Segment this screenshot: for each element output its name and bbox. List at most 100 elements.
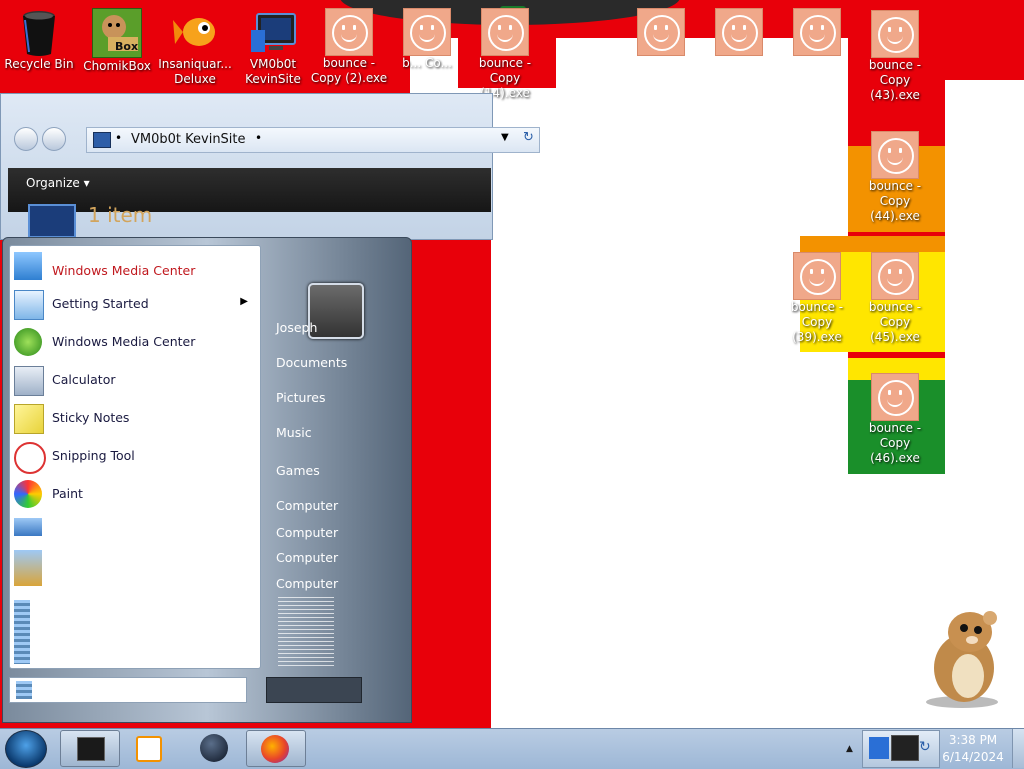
desktop-icon-bounce-46[interactable]: bounce - Copy (46).exe (856, 373, 934, 466)
glitch-block (491, 212, 800, 728)
desktop-icon-insaniquarium[interactable]: Insaniquar... Deluxe (156, 8, 234, 87)
taskbar-clock[interactable]: 3:38 PM 6/14/2024 (940, 732, 1006, 766)
desktop-icon-bounce-43[interactable]: bounce - Copy (43).exe (856, 10, 934, 103)
desktop-icon-bounce-44[interactable]: bounce - Copy (44).exe (856, 131, 934, 224)
menu-item-paint[interactable]: Paint (10, 476, 258, 512)
chevron-right-icon: • (115, 131, 123, 145)
taskbar-button-media-player[interactable] (120, 730, 178, 765)
back-button[interactable] (14, 127, 38, 151)
tray-expand-icon[interactable]: ▲ (846, 744, 853, 754)
place-computer[interactable]: Computer (276, 550, 338, 565)
place-pictures[interactable]: Pictures (276, 390, 326, 405)
taskbar-button-firefox[interactable] (246, 730, 306, 767)
place-computer[interactable]: Computer (276, 498, 338, 513)
firefox-icon (261, 735, 289, 763)
smiley-icon (871, 373, 919, 421)
menu-item-calculator[interactable]: Calculator (10, 362, 258, 398)
goldfish-icon (171, 8, 219, 56)
glitched-app-icon (14, 600, 30, 664)
calculator-icon (14, 366, 44, 396)
start-places-pane: Joseph Documents Pictures Music Games Co… (262, 245, 408, 667)
tray-app-box[interactable]: ↻ (862, 730, 940, 768)
forward-button[interactable] (42, 127, 66, 151)
chevron-right-icon: • (255, 131, 263, 145)
desktop-icon-recycle-bin[interactable]: Recycle Bin (0, 8, 78, 72)
glitch-block (800, 352, 848, 728)
smiley-icon (481, 8, 529, 56)
desktop-icon-chomikbox[interactable]: Box ChomikBox (78, 8, 156, 74)
taskbar-button-dark-app[interactable] (184, 730, 242, 765)
dark-app-icon (200, 734, 228, 762)
monitor-icon (249, 8, 297, 56)
menu-item-sticky-notes[interactable]: Sticky Notes (10, 400, 258, 436)
desktop-icon-bounce-x2[interactable] (700, 8, 778, 56)
place-computer[interactable]: Computer (276, 576, 338, 591)
taskbar-button-explorer[interactable] (60, 730, 120, 767)
menu-item-glitched-1[interactable] (10, 514, 258, 550)
dropdown-arrow-icon[interactable]: ▼ (501, 132, 509, 143)
desktop-icon-bounce-b[interactable]: b... Co... (388, 8, 466, 71)
place-computer[interactable]: Computer (276, 525, 338, 540)
clock-date: 6/14/2024 (942, 750, 1004, 764)
smiley-icon (871, 131, 919, 179)
place-music[interactable]: Music (276, 425, 312, 440)
organize-button[interactable]: Organize ▾ (26, 176, 90, 190)
glitch-block (800, 80, 848, 236)
place-games[interactable]: Games (276, 463, 320, 478)
desktop-icon-bounce-x3[interactable] (778, 8, 856, 56)
show-desktop-button[interactable] (1012, 729, 1024, 768)
item-count: 1 item (88, 203, 153, 227)
monitor-icon (869, 737, 889, 759)
glitched-app-icon (14, 518, 42, 536)
glitch-block (945, 80, 1024, 474)
monitor-icon (28, 204, 76, 238)
address-text: VM0b0t KevinSite (131, 132, 246, 147)
submenu-arrow-icon: ▶ (240, 296, 248, 307)
sync-icon: ↻ (919, 739, 931, 755)
sticky-notes-icon (14, 404, 44, 434)
desktop-icon-bounce-2[interactable]: bounce - Copy (2).exe (310, 8, 388, 86)
menu-item-windows-media-center[interactable]: Windows Media Center (10, 324, 258, 360)
network-device-icon (891, 735, 919, 761)
smiley-icon (637, 8, 685, 56)
chomikbox-icon: Box (92, 8, 142, 58)
explorer-window-icon (77, 737, 105, 761)
explorer-command-bar: Organize ▾ 1 item (8, 168, 491, 238)
menu-item-glitched-3[interactable] (10, 596, 258, 664)
glitch-overlap-text (278, 597, 334, 667)
start-search-box[interactable] (9, 677, 247, 703)
media-player-icon (136, 736, 162, 762)
clock-time: 3:38 PM (948, 733, 998, 747)
start-programs-pane: Windows Media Center Getting Started ▶ W… (9, 245, 261, 669)
smiley-icon (325, 8, 373, 56)
shutdown-button[interactable] (266, 677, 362, 703)
snipping-tool-icon (14, 442, 46, 474)
desktop-icon-bounce-39[interactable]: bounce - Copy (39).exe (778, 252, 856, 345)
smiley-icon (871, 252, 919, 300)
smiley-icon (871, 10, 919, 58)
paint-icon (14, 480, 42, 508)
address-bar[interactable]: • VM0b0t KevinSite • ▼ ↻ (86, 127, 540, 153)
place-user[interactable]: Joseph (276, 320, 317, 335)
getting-started-icon (14, 290, 44, 320)
desktop-icon-bounce-14[interactable]: bounce - Copy (14).exe (466, 8, 544, 101)
explorer-address-row: • VM0b0t KevinSite • ▼ ↻ (8, 125, 540, 153)
smiley-icon (793, 8, 841, 56)
smiley-icon (715, 8, 763, 56)
media-player-icon (14, 252, 42, 280)
refresh-icon[interactable]: ↻ (523, 130, 534, 145)
glitched-app-icon (16, 681, 32, 699)
menu-item-glitched-2[interactable] (10, 546, 258, 586)
desktop-icon-vm0b0t[interactable]: VM0b0t KevinSite (234, 8, 312, 87)
menu-item-windows-media-player[interactable]: Windows Media Center (10, 248, 258, 284)
smiley-icon (793, 252, 841, 300)
desktop-icon-bounce-45[interactable]: bounce - Copy (45).exe (856, 252, 934, 345)
hamster-mascot (922, 604, 1008, 708)
start-orb-icon[interactable] (5, 730, 47, 768)
folder-icon (93, 132, 111, 148)
glitched-app-icon (14, 550, 42, 586)
menu-item-snipping-tool[interactable]: Snipping Tool (10, 438, 258, 474)
menu-item-getting-started[interactable]: Getting Started ▶ (10, 286, 258, 322)
place-documents[interactable]: Documents (276, 355, 347, 370)
desktop-icon-bounce-x1[interactable] (622, 8, 700, 56)
